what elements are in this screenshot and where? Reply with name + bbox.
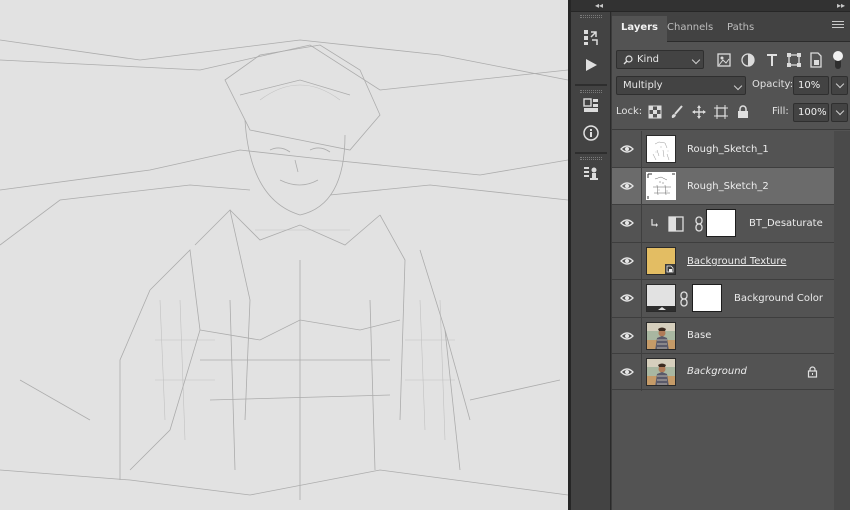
- tab-paths[interactable]: Paths: [718, 16, 763, 42]
- tool-separator: [575, 84, 607, 86]
- fill-layer-thumbnail: [646, 284, 676, 312]
- visibility-eye-icon[interactable]: [620, 366, 634, 378]
- layer-row[interactable]: Rough_Sketch_2: [612, 168, 834, 205]
- adjustment-layer-icon: [668, 216, 684, 232]
- lock-transparent-pixels-icon[interactable]: [648, 105, 662, 119]
- prevent-auto-nesting-icon[interactable]: [714, 105, 728, 119]
- tool-separator: [575, 152, 607, 154]
- tab-channels[interactable]: Channels: [658, 16, 722, 42]
- layer-row[interactable]: Rough_Sketch_1: [612, 131, 834, 168]
- lock-image-pixels-icon[interactable]: [670, 105, 684, 119]
- type-layer-filter-icon[interactable]: [764, 52, 780, 68]
- layer-name[interactable]: Rough_Sketch_2: [687, 168, 769, 205]
- visibility-eye-icon[interactable]: [620, 143, 634, 155]
- mask-link-icon[interactable]: [694, 216, 704, 232]
- properties-icon[interactable]: [577, 160, 605, 186]
- layer-name[interactable]: Background: [687, 354, 747, 390]
- layer-name[interactable]: Rough_Sketch_1: [687, 131, 769, 168]
- smart-object-filter-icon[interactable]: [808, 52, 824, 68]
- opacity-value: 10%: [798, 80, 821, 91]
- panel-collapse-bar: ◂◂ ▸▸: [571, 0, 850, 12]
- fill-field[interactable]: 100%: [793, 103, 848, 122]
- filter-toggle-switch[interactable]: [832, 51, 844, 69]
- visibility-eye-icon[interactable]: [620, 217, 634, 229]
- visibility-eye-icon[interactable]: [620, 180, 634, 192]
- photoshop-window: ◂◂ ▸▸ Layers Channels Paths Kind Multipl…: [0, 0, 850, 510]
- layers-panel: Layers Channels Paths Kind Multiply Opac…: [612, 12, 850, 510]
- lock-all-icon[interactable]: [736, 105, 750, 119]
- visibility-eye-icon[interactable]: [620, 330, 634, 342]
- panel-icon-strip: [571, 12, 611, 510]
- lock-label: Lock:: [616, 106, 643, 117]
- layer-mask-thumbnail[interactable]: [706, 209, 736, 237]
- layer-thumbnail: [646, 172, 676, 200]
- grip-handle[interactable]: [580, 15, 602, 18]
- panel-menu-icon[interactable]: [832, 21, 844, 31]
- fill-value: 100%: [798, 107, 827, 118]
- opacity-label: Opacity:: [752, 79, 794, 90]
- shape-layer-filter-icon[interactable]: [786, 52, 802, 68]
- layer-thumbnail: [646, 358, 676, 386]
- layer-thumbnail: [646, 135, 676, 163]
- layer-thumbnail: [646, 247, 676, 275]
- layer-thumbnail: [646, 322, 676, 350]
- layer-row[interactable]: Background Color: [612, 280, 834, 318]
- blend-mode-value: Multiply: [623, 80, 663, 91]
- panel-tab-bar: Layers Channels Paths: [612, 12, 850, 42]
- layer-list: Rough_Sketch_1 Rough_Sketch_2 BT_Desatur…: [612, 131, 834, 391]
- panel-divider-line: [612, 129, 850, 130]
- opacity-field[interactable]: 10%: [793, 76, 848, 95]
- layer-mask-thumbnail[interactable]: [692, 284, 722, 312]
- layer-row[interactable]: BT_Desaturate: [612, 205, 834, 243]
- collapse-tools-button[interactable]: ◂◂: [595, 0, 603, 12]
- layer-lock-icon[interactable]: [807, 366, 818, 378]
- visibility-eye-icon[interactable]: [620, 255, 634, 267]
- play-action-icon[interactable]: [577, 52, 605, 78]
- visibility-eye-icon[interactable]: [620, 292, 634, 304]
- mask-link-icon[interactable]: [679, 291, 689, 307]
- libraries-icon[interactable]: [577, 92, 605, 118]
- layer-name[interactable]: Background Color: [734, 280, 823, 317]
- pixel-layer-filter-icon[interactable]: [716, 52, 732, 68]
- layer-name[interactable]: Base: [687, 318, 711, 354]
- blend-row: Multiply Opacity: 10%: [612, 76, 850, 97]
- search-icon: [623, 55, 633, 65]
- filter-kind-dropdown[interactable]: Kind: [616, 50, 704, 69]
- lock-position-icon[interactable]: [692, 105, 706, 119]
- layer-row[interactable]: Background: [612, 354, 834, 391]
- blend-mode-dropdown[interactable]: Multiply: [616, 76, 746, 95]
- filter-row: Kind: [612, 50, 850, 70]
- layer-name[interactable]: Background Texture: [687, 243, 786, 280]
- clipping-mask-arrow-icon: [651, 219, 658, 227]
- info-icon[interactable]: [577, 120, 605, 146]
- document-canvas[interactable]: [0, 0, 568, 510]
- layer-row[interactable]: Base: [612, 318, 834, 355]
- fill-slider-toggle[interactable]: [831, 103, 848, 122]
- layer-row[interactable]: Background Texture: [612, 243, 834, 280]
- layer-name[interactable]: BT_Desaturate: [749, 205, 823, 242]
- lock-row: Lock: Fill: 100%: [612, 103, 850, 124]
- fill-label: Fill:: [772, 106, 789, 117]
- history-brush-icon[interactable]: [577, 24, 605, 50]
- layers-scrollbar[interactable]: [834, 131, 850, 510]
- adjustment-layer-filter-icon[interactable]: [740, 52, 756, 68]
- collapse-panels-button[interactable]: ▸▸: [837, 0, 845, 12]
- smart-object-badge-icon: [665, 264, 675, 274]
- opacity-slider-toggle[interactable]: [831, 76, 848, 95]
- sketch-artwork: [0, 39, 568, 500]
